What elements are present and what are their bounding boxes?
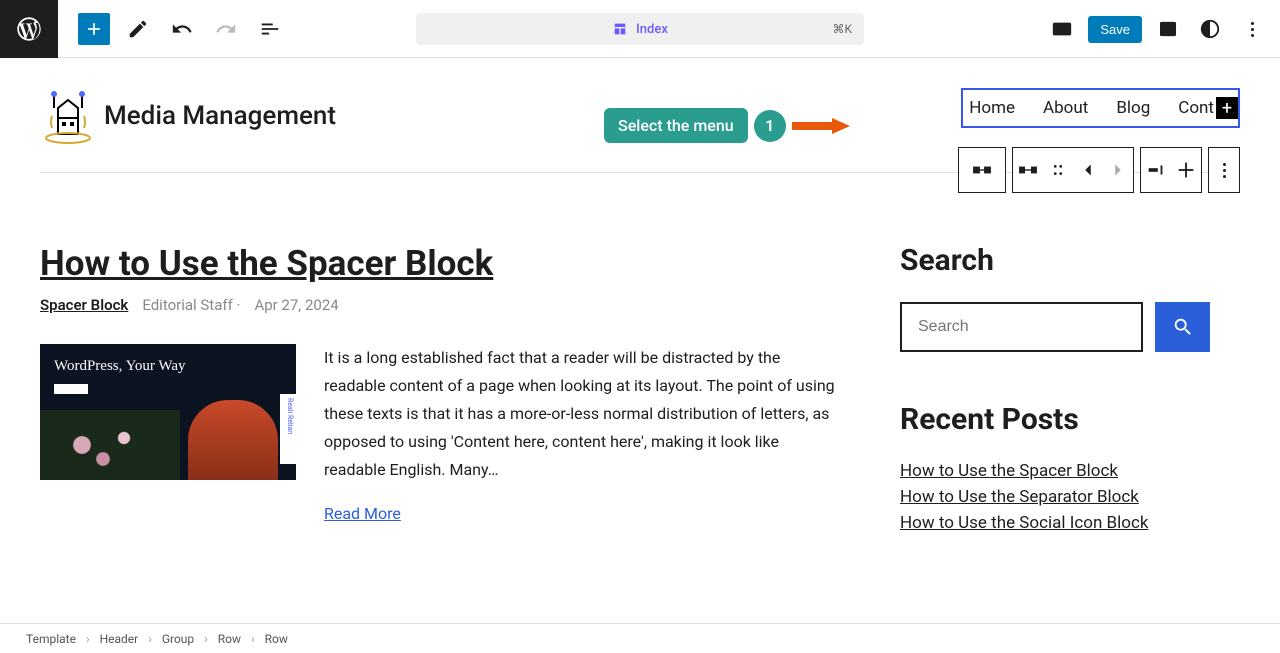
breadcrumb-item[interactable]: Template <box>26 632 76 646</box>
post-date: Apr 27, 2024 <box>254 296 338 314</box>
content-area: How to Use the Spacer Block Spacer Block… <box>40 243 1240 539</box>
options-button[interactable] <box>1236 13 1268 45</box>
sidebar-column: Search Recent Posts How to Use the Space… <box>900 243 1210 539</box>
annotation: Select the menu 1 <box>604 108 852 143</box>
site-title[interactable]: Media Management <box>104 101 336 131</box>
recent-post-item[interactable]: How to Use the Spacer Block <box>900 461 1210 481</box>
nav-item-about[interactable]: About <box>1037 94 1110 122</box>
annotation-label: Select the menu <box>604 108 748 143</box>
list-view-button[interactable] <box>254 13 286 45</box>
post-meta: Spacer Block Editorial Staff · Apr 27, 2… <box>40 296 840 314</box>
nav-add-button[interactable]: + <box>1216 97 1238 119</box>
breadcrumb-item[interactable]: Header <box>100 632 139 646</box>
chevron-right-icon: › <box>86 632 90 646</box>
add-block-button[interactable] <box>78 13 110 45</box>
breadcrumb-item[interactable]: Row <box>218 632 241 646</box>
styles-button[interactable] <box>1194 13 1226 45</box>
site-brand: Media Management <box>40 88 336 144</box>
shortcut-hint: ⌘K <box>832 22 852 36</box>
thumb-cta <box>54 384 88 394</box>
search-button[interactable] <box>1155 302 1210 352</box>
thumb-image-1 <box>40 410 180 480</box>
search-input[interactable] <box>900 302 1143 352</box>
drag-handle[interactable] <box>1043 147 1073 193</box>
site-logo[interactable] <box>40 88 96 144</box>
thumb-side-text: Reali Relian <box>280 394 296 464</box>
thumb-heading: WordPress, Your Way <box>54 358 185 375</box>
navigation-menu[interactable]: Home About Blog Cont + <box>961 88 1240 128</box>
breadcrumb-item[interactable]: Row <box>265 632 288 646</box>
editor-tools-right: Save <box>1046 13 1268 45</box>
post-title[interactable]: How to Use the Spacer Block <box>40 243 840 284</box>
chevron-right-icon: › <box>251 632 255 646</box>
read-more-link[interactable]: Read More <box>324 504 401 523</box>
breadcrumb-item[interactable]: Group <box>162 632 194 646</box>
recent-post-item[interactable]: How to Use the Separator Block <box>900 487 1210 507</box>
post-excerpt: It is a long established fact that a rea… <box>324 344 840 484</box>
template-name: Index <box>636 22 668 37</box>
chevron-right-icon: › <box>148 632 152 646</box>
recent-posts-list: How to Use the Spacer Block How to Use t… <box>900 461 1210 533</box>
select-parent-button[interactable] <box>1013 147 1043 193</box>
annotation-number: 1 <box>754 110 786 142</box>
view-button[interactable] <box>1046 13 1078 45</box>
nav-item-blog[interactable]: Blog <box>1110 94 1172 122</box>
recent-post-item[interactable]: How to Use the Social Icon Block <box>900 513 1210 533</box>
post-body: WordPress, Your Way Reali Relian It is a… <box>40 344 840 523</box>
save-button[interactable]: Save <box>1088 16 1142 43</box>
search-widget-title: Search <box>900 243 1210 278</box>
block-options-button[interactable] <box>1209 147 1239 193</box>
recent-posts-title: Recent Posts <box>900 402 1210 437</box>
move-right-button[interactable] <box>1103 147 1133 193</box>
editor-tools-left <box>78 13 286 45</box>
block-type-button[interactable] <box>959 147 1005 193</box>
justify-button[interactable] <box>1141 147 1171 193</box>
post-category[interactable]: Spacer Block <box>40 296 128 314</box>
template-icon <box>612 21 628 37</box>
wordpress-logo[interactable] <box>0 0 58 58</box>
annotation-arrow-icon <box>792 116 852 136</box>
post-thumbnail[interactable]: WordPress, Your Way Reali Relian <box>40 344 296 480</box>
sidebar-toggle-button[interactable] <box>1152 13 1184 45</box>
post-author: Editorial Staff · <box>142 296 240 314</box>
move-left-button[interactable] <box>1073 147 1103 193</box>
edit-tool-button[interactable] <box>122 13 154 45</box>
search-form <box>900 302 1210 352</box>
editor-topbar: Index ⌘K Save <box>0 0 1280 58</box>
block-toolbar <box>958 147 1240 193</box>
thumb-image-2 <box>188 400 278 480</box>
align-button[interactable] <box>1171 147 1201 193</box>
undo-button[interactable] <box>166 13 198 45</box>
main-column: How to Use the Spacer Block Spacer Block… <box>40 243 840 539</box>
chevron-right-icon: › <box>204 632 208 646</box>
block-breadcrumb: Template › Header › Group › Row › Row <box>0 623 1280 653</box>
nav-item-home[interactable]: Home <box>963 94 1037 122</box>
nav-item-contact[interactable]: Cont <box>1172 94 1216 122</box>
redo-button[interactable] <box>210 13 242 45</box>
template-selector[interactable]: Index ⌘K <box>416 13 864 45</box>
post-text: It is a long established fact that a rea… <box>324 344 840 523</box>
